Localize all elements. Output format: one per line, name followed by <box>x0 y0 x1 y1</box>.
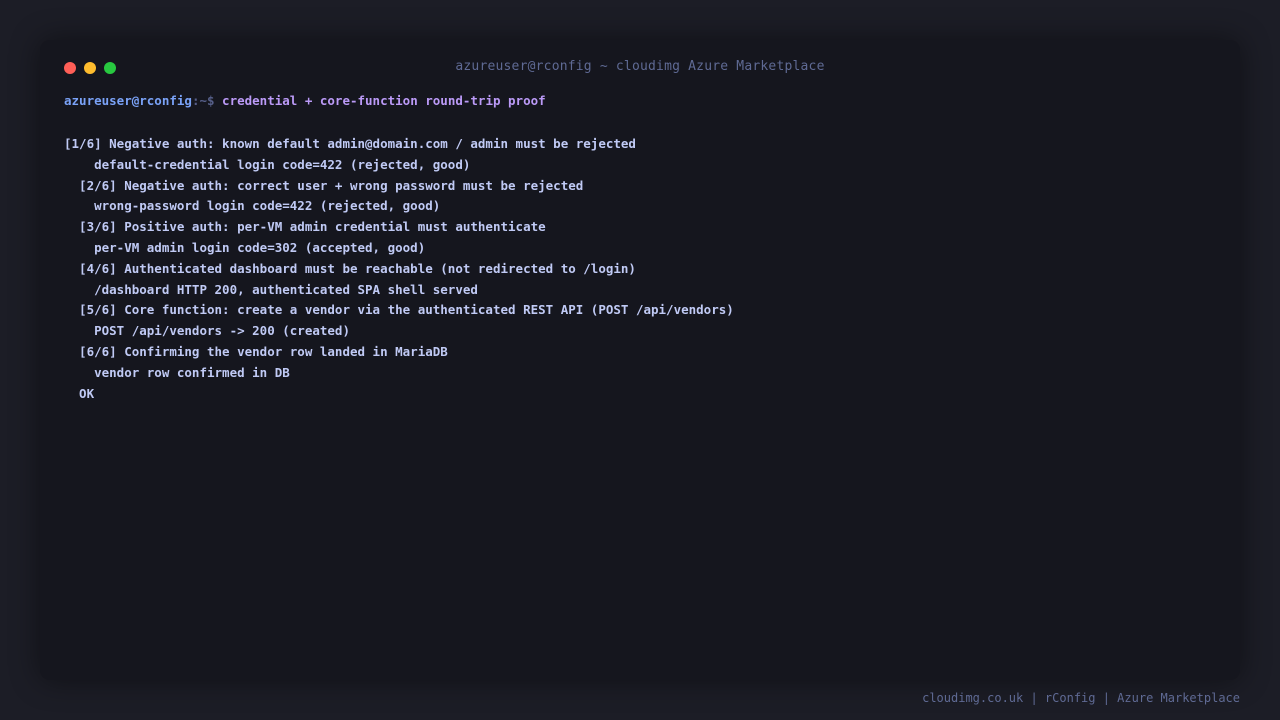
prompt-path: :~$ <box>191 93 215 108</box>
output-line: POST /api/vendors -> 200 (created) <box>64 323 350 339</box>
output-line: /dashboard HTTP 200, authenticated SPA s… <box>64 281 478 297</box>
output-line: [2/6] Negative auth: correct user + wron… <box>64 177 584 193</box>
output-line: [3/6] Positive auth: per-VM admin creden… <box>64 219 546 235</box>
terminal-window: azureuser@rconfig ~ cloudimg Azure Marke… <box>40 40 1240 680</box>
window-title: azureuser@rconfig ~ cloudimg Azure Marke… <box>455 59 825 74</box>
output-line: [1/6] Negative auth: known default admin… <box>64 136 636 151</box>
output-line: OK <box>64 385 95 401</box>
output-line: [4/6] Authenticated dashboard must be re… <box>64 260 636 276</box>
terminal-titlebar: azureuser@rconfig ~ cloudimg Azure Marke… <box>40 40 1240 96</box>
command-output: [1/6] Negative auth: known default admin… <box>64 134 1216 404</box>
output-line: [5/6] Core function: create a vendor via… <box>64 302 734 318</box>
prompt-command: credential + core-function round-trip pr… <box>222 93 546 108</box>
output-line: [6/6] Confirming the vendor row landed i… <box>64 343 448 359</box>
output-line: per-VM admin login code=302 (accepted, g… <box>64 239 426 255</box>
output-line: default-credential login code=422 (rejec… <box>64 156 471 172</box>
footer-credit: cloudimg.co.uk | rConfig | Azure Marketp… <box>922 691 1240 705</box>
output-line: vendor row confirmed in DB <box>64 364 290 380</box>
command-prompt: azureuser@rconfig:~$ credential + core-f… <box>64 92 1216 110</box>
terminal-body[interactable]: azureuser@rconfig:~$ credential + core-f… <box>64 92 1216 404</box>
output-line: wrong-password login code=422 (rejected,… <box>64 198 441 214</box>
prompt-user-host: azureuser@rconfig <box>64 93 192 108</box>
